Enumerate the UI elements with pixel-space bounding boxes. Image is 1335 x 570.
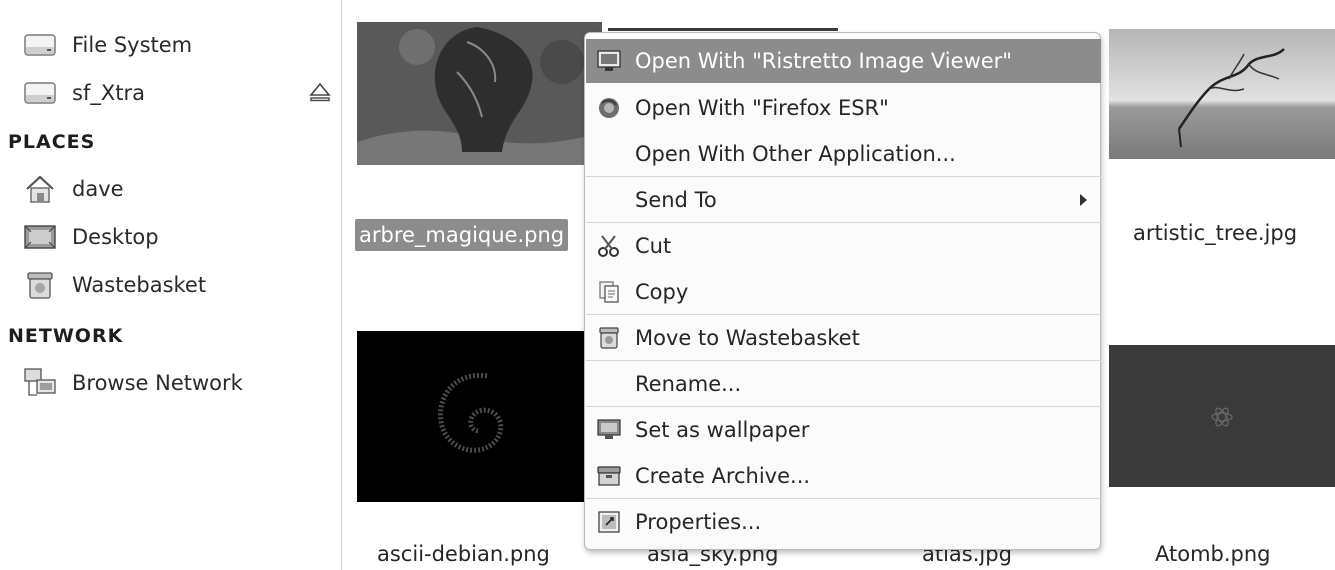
menu-item-label: Set as wallpaper: [635, 418, 810, 442]
menu-item-open-with-other[interactable]: Open With Other Application...: [586, 132, 1101, 176]
menu-item-label: Rename...: [635, 372, 742, 396]
scissors-icon: [596, 233, 622, 259]
submenu-arrow-icon: [1080, 194, 1087, 206]
firefox-icon: [596, 95, 622, 121]
menu-item-cut[interactable]: Cut: [586, 224, 1101, 268]
menu-item-open-with-ristretto[interactable]: Open With "Ristretto Image Viewer": [586, 39, 1101, 83]
sidebar-item-browse-network[interactable]: Browse Network: [22, 366, 243, 400]
sidebar-item-file-system[interactable]: File System: [22, 28, 192, 62]
menu-item-label: Properties...: [635, 510, 762, 534]
eject-icon[interactable]: [309, 80, 331, 106]
sidebar-item-label: sf_Xtra: [72, 81, 145, 105]
menu-item-label: Cut: [635, 234, 672, 258]
menu-item-create-archive[interactable]: Create Archive...: [586, 454, 1101, 498]
file-thumbnail-artistic-tree[interactable]: [1109, 29, 1335, 159]
file-label[interactable]: Atomb.png: [1155, 542, 1271, 566]
sidebar: File System sf_Xtra PLACES dave Desktop …: [0, 0, 342, 570]
file-thumbnail-asia-sky[interactable]: [608, 28, 838, 31]
menu-separator: [586, 406, 1101, 407]
trash-icon: [22, 270, 58, 300]
drive-icon: [22, 30, 58, 60]
menu-item-label: Move to Wastebasket: [635, 326, 860, 350]
file-label[interactable]: artistic_tree.jpg: [1133, 221, 1297, 245]
menu-item-rename[interactable]: Rename...: [586, 362, 1101, 406]
file-thumbnail-ascii-debian[interactable]: [357, 331, 602, 502]
file-thumbnail-atomb[interactable]: [1109, 345, 1335, 487]
desktop-icon: [22, 222, 58, 252]
menu-item-properties[interactable]: Properties...: [586, 500, 1101, 544]
sidebar-item-label: Browse Network: [72, 371, 243, 395]
sidebar-item-sf-xtra[interactable]: sf_Xtra: [22, 76, 145, 110]
menu-item-copy[interactable]: Copy: [586, 270, 1101, 314]
file-label[interactable]: ascii-debian.png: [377, 542, 550, 566]
menu-separator: [586, 314, 1101, 315]
drive-icon: [22, 78, 58, 108]
context-menu: Open With "Ristretto Image Viewer" Open …: [584, 32, 1101, 550]
menu-item-label: Open With "Ristretto Image Viewer": [635, 49, 1012, 73]
sidebar-item-label: Desktop: [72, 225, 159, 249]
sidebar-item-home[interactable]: dave: [22, 172, 124, 206]
sidebar-item-label: File System: [72, 33, 193, 57]
wallpaper-icon: [596, 417, 622, 443]
sidebar-item-label: Wastebasket: [72, 273, 207, 297]
menu-item-send-to[interactable]: Send To: [586, 178, 1101, 222]
archive-icon: [596, 463, 622, 489]
trash-icon: [596, 325, 622, 351]
menu-item-move-to-wastebasket[interactable]: Move to Wastebasket: [586, 316, 1101, 360]
menu-separator: [586, 360, 1101, 361]
menu-item-label: Open With "Firefox ESR": [635, 96, 889, 120]
sidebar-item-wastebasket[interactable]: Wastebasket: [22, 268, 206, 302]
copy-icon: [596, 279, 622, 305]
sidebar-item-desktop[interactable]: Desktop: [22, 220, 159, 254]
menu-item-open-with-firefox[interactable]: Open With "Firefox ESR": [586, 86, 1101, 130]
properties-icon: [596, 509, 622, 535]
network-header: NETWORK: [8, 325, 124, 347]
home-icon: [22, 174, 58, 204]
menu-item-label: Open With Other Application...: [635, 142, 956, 166]
menu-separator: [586, 498, 1101, 499]
places-header: PLACES: [8, 131, 96, 153]
menu-item-label: Create Archive...: [635, 464, 811, 488]
menu-item-label: Copy: [635, 280, 689, 304]
image-viewer-icon: [596, 48, 622, 74]
menu-separator: [586, 222, 1101, 223]
network-icon: [22, 368, 58, 398]
menu-item-label: Send To: [635, 188, 717, 212]
menu-item-set-as-wallpaper[interactable]: Set as wallpaper: [586, 408, 1101, 452]
menu-separator: [586, 176, 1101, 177]
file-label-selected[interactable]: arbre_magique.png: [355, 219, 569, 251]
file-thumbnail-arbre-magique[interactable]: [357, 22, 602, 165]
sidebar-item-label: dave: [72, 177, 124, 201]
